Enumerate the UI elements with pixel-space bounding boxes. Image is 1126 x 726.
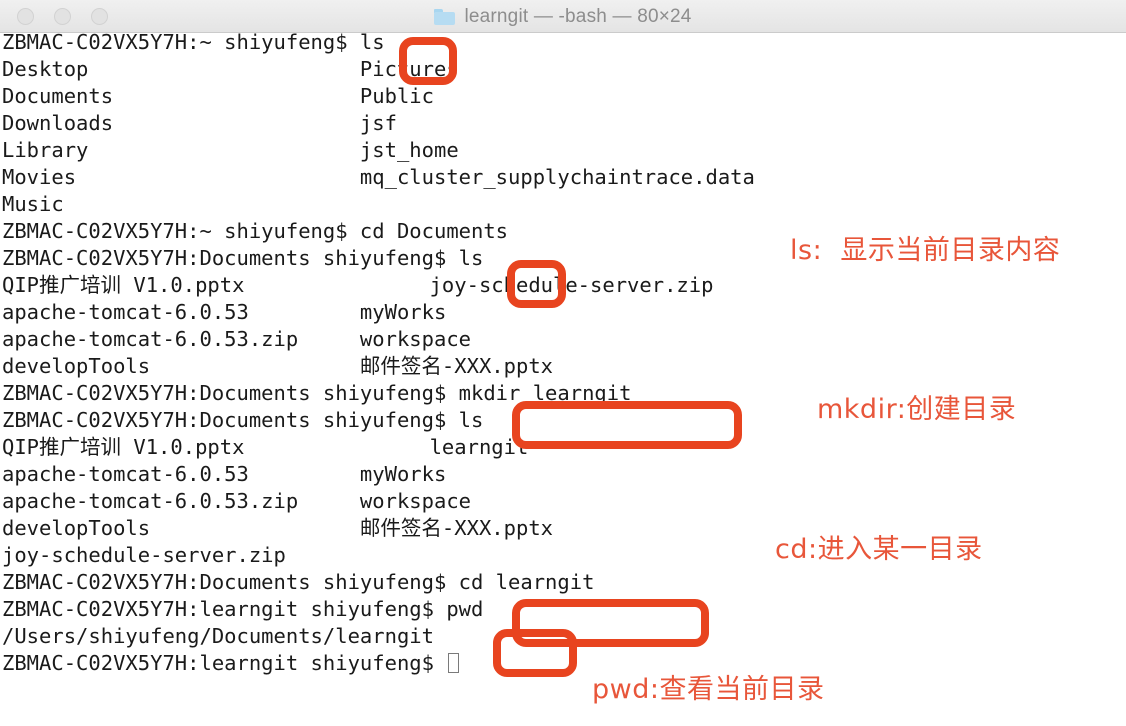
terminal-line: apache-tomcat-6.0.53.zip workspace (2, 327, 471, 351)
terminal-line: /Users/shiyufeng/Documents/learngit (2, 624, 434, 648)
terminal-window: learngit — -bash — 80×24 ZBMAC-C02VX5Y7H… (0, 0, 1126, 726)
terminal-line: ZBMAC-C02VX5Y7H:Documents shiyufeng$ mkd… (2, 381, 632, 405)
terminal-line: apache-tomcat-6.0.53 myWorks (2, 300, 447, 324)
terminal-line: QIP推广培训 V1.0.pptx learngit (2, 435, 529, 459)
annotation-cd: cd:进入某一目录 (775, 534, 983, 565)
terminal-line: Music (2, 192, 64, 216)
terminal-line: developTools 邮件签名-XXX.pptx (2, 354, 553, 378)
terminal-line: ZBMAC-C02VX5Y7H:~ shiyufeng$ ls (2, 33, 385, 54)
terminal-line: developTools 邮件签名-XXX.pptx (2, 516, 553, 540)
window-title-group: learngit — -bash — 80×24 (0, 0, 1126, 33)
annotation-pwd: pwd:查看当前目录 (592, 674, 825, 705)
prompt-text: ZBMAC-C02VX5Y7H:learngit shiyufeng$ (2, 651, 447, 675)
terminal-line: ZBMAC-C02VX5Y7H:~ shiyufeng$ cd Document… (2, 219, 509, 243)
terminal-line: joy-schedule-server.zip (2, 543, 286, 567)
window-titlebar[interactable]: learngit — -bash — 80×24 (0, 0, 1126, 33)
annotation-mkdir: mkdir:创建目录 (817, 394, 1017, 425)
terminal-output[interactable]: ZBMAC-C02VX5Y7H:~ shiyufeng$ ls Desktop … (0, 33, 1126, 726)
folder-icon (434, 8, 456, 25)
terminal-line: ZBMAC-C02VX5Y7H:learngit shiyufeng$ pwd (2, 597, 484, 621)
terminal-line: ZBMAC-C02VX5Y7H:Documents shiyufeng$ ls (2, 408, 484, 432)
maximize-button[interactable] (91, 8, 108, 25)
terminal-cursor (448, 653, 460, 673)
terminal-line: Desktop Pictures (2, 57, 459, 81)
terminal-prompt-line: ZBMAC-C02VX5Y7H:learngit shiyufeng$ (2, 650, 460, 677)
terminal-line: apache-tomcat-6.0.53 myWorks (2, 462, 447, 486)
terminal-line: Movies mq_cluster_supplychaintrace.data (2, 165, 755, 189)
minimize-button[interactable] (54, 8, 71, 25)
terminal-line: Library jst_home (2, 138, 459, 162)
terminal-line: Downloads jsf (2, 111, 397, 135)
terminal-line: ZBMAC-C02VX5Y7H:Documents shiyufeng$ ls (2, 246, 484, 270)
terminal-line: QIP推广培训 V1.0.pptx joy-schedule-server.zi… (2, 273, 714, 297)
annotation-ls: ls: 显示当前目录内容 (790, 235, 1061, 266)
terminal-line: Documents Public (2, 84, 434, 108)
terminal-line: ZBMAC-C02VX5Y7H:Documents shiyufeng$ cd … (2, 570, 595, 594)
close-button[interactable] (17, 8, 34, 25)
window-title: learngit — -bash — 80×24 (464, 5, 692, 27)
terminal-line: apache-tomcat-6.0.53.zip workspace (2, 489, 471, 513)
